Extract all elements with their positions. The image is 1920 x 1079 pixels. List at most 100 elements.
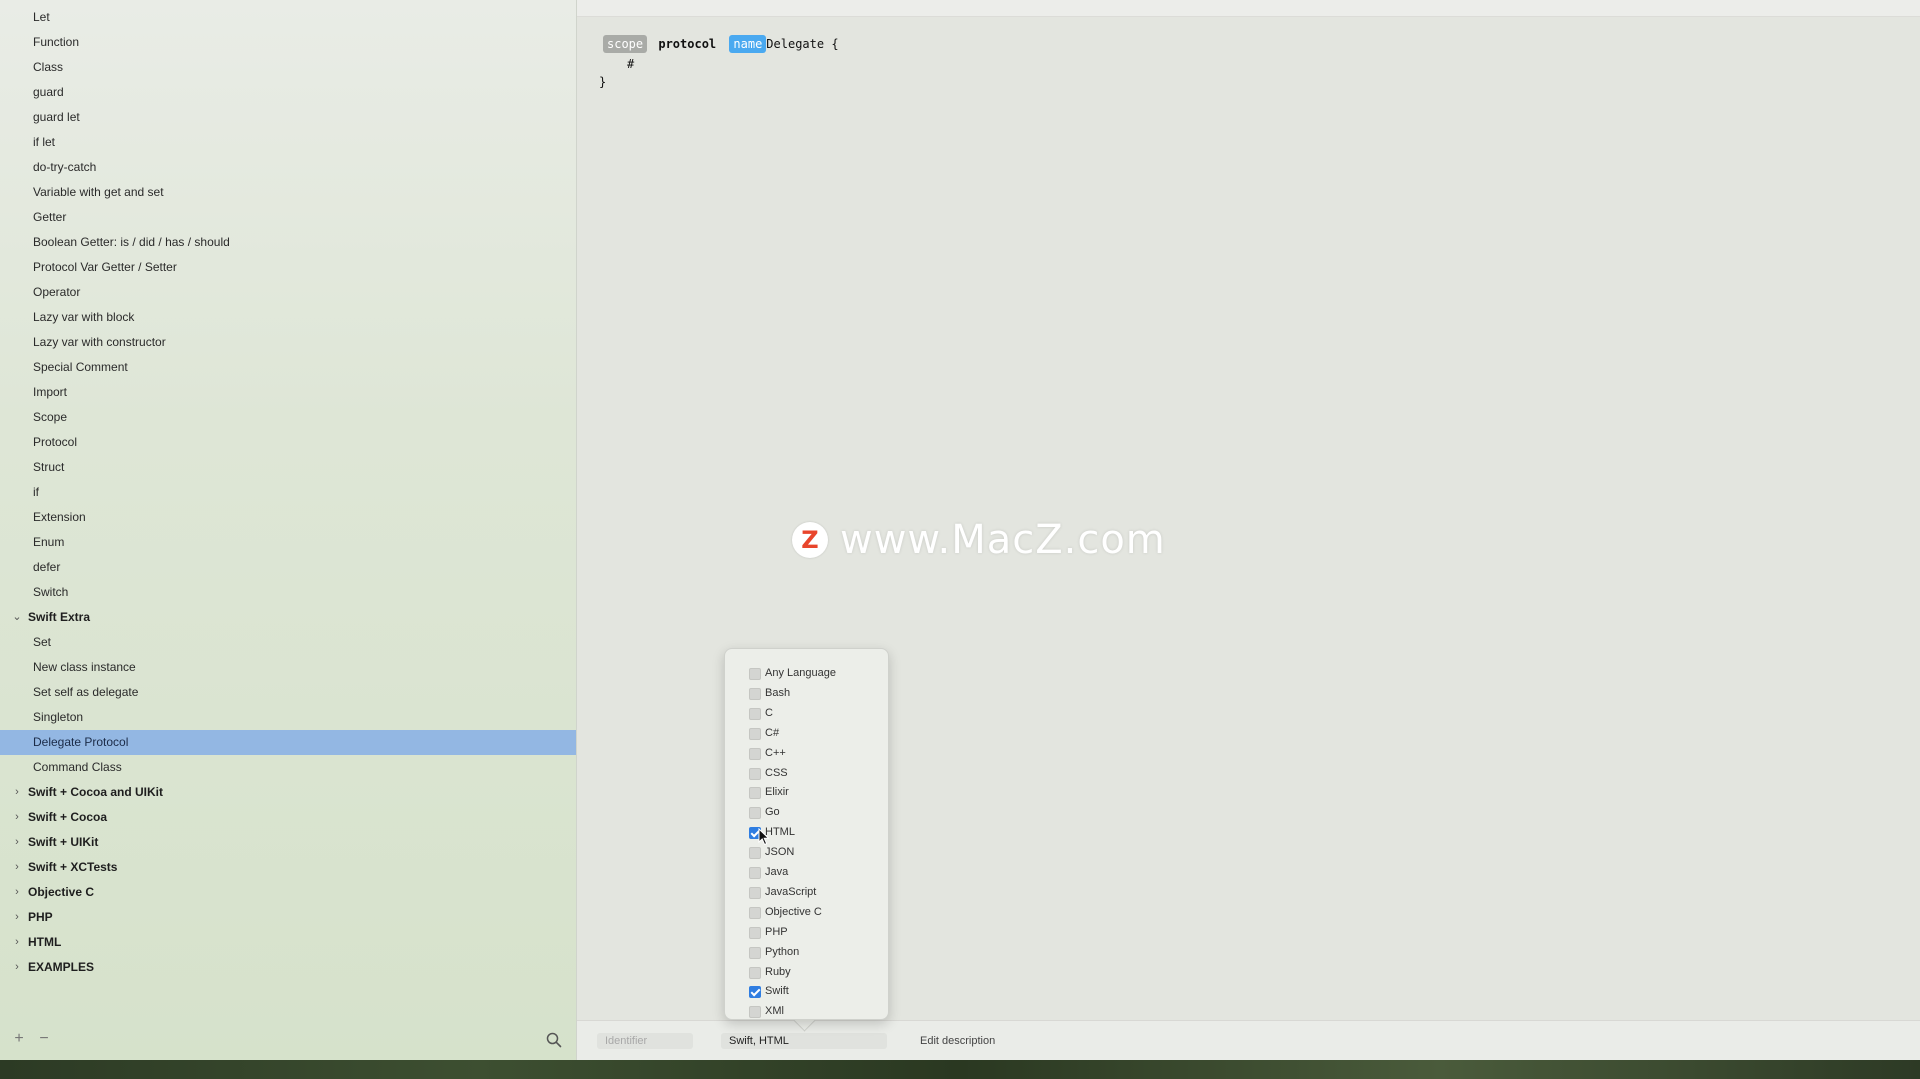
language-checkbox[interactable]	[749, 687, 761, 700]
sidebar-item[interactable]: defer	[0, 555, 576, 580]
sidebar-item[interactable]: Switch	[0, 580, 576, 605]
sidebar-item[interactable]: Getter	[0, 205, 576, 230]
edit-description-button[interactable]: Edit description	[920, 1032, 995, 1050]
sidebar-item-label: EXAMPLES	[28, 960, 95, 974]
language-checkbox[interactable]	[749, 707, 761, 720]
add-button[interactable]: +	[10, 1030, 28, 1048]
sidebar-item[interactable]: Set self as delegate	[0, 680, 576, 705]
sidebar-item[interactable]: guard let	[0, 105, 576, 130]
language-option[interactable]: PHP	[749, 922, 879, 942]
sidebar-item[interactable]: Delegate Protocol	[0, 730, 576, 755]
sidebar-item[interactable]: New class instance	[0, 655, 576, 680]
language-option[interactable]: Swift	[749, 981, 879, 1001]
language-option[interactable]: Bash	[749, 683, 879, 703]
language-option[interactable]: C#	[749, 723, 879, 743]
chevron-right-icon[interactable]: ›	[11, 830, 23, 855]
identifier-field[interactable]: Identifier	[597, 1033, 693, 1049]
language-option[interactable]: C	[749, 703, 879, 723]
code-suffix: Delegate {	[766, 37, 839, 51]
sidebar-item[interactable]: Set	[0, 630, 576, 655]
language-checkbox[interactable]	[749, 787, 761, 800]
language-checkbox[interactable]	[749, 727, 761, 740]
sidebar-item[interactable]: Class	[0, 55, 576, 80]
sidebar-item[interactable]: Boolean Getter: is / did / has / should	[0, 230, 576, 255]
sidebar-item-label: Swift Extra	[28, 610, 91, 624]
sidebar-group[interactable]: › PHP	[0, 905, 576, 930]
sidebar-group[interactable]: ⌄ Swift Extra	[0, 605, 576, 630]
scope-placeholder-token[interactable]: scope	[603, 35, 648, 53]
chevron-right-icon[interactable]: ›	[11, 880, 23, 905]
language-option[interactable]: Go	[749, 802, 879, 822]
chevron-right-icon[interactable]: ›	[11, 855, 23, 880]
search-icon[interactable]	[546, 1032, 562, 1048]
sidebar-item[interactable]: Let	[0, 5, 576, 30]
language-checkbox[interactable]	[749, 946, 761, 959]
sidebar-item-label: Swift + UIKit	[28, 835, 99, 849]
protocol-keyword: protocol	[658, 37, 717, 51]
sidebar-group[interactable]: › Swift + XCTests	[0, 855, 576, 880]
language-option[interactable]: Ruby	[749, 962, 879, 982]
sidebar-group[interactable]: › Swift + Cocoa	[0, 805, 576, 830]
sidebar-item-label: Scope	[33, 410, 68, 424]
chevron-right-icon[interactable]: ›	[11, 955, 23, 980]
language-checkbox[interactable]	[749, 1006, 761, 1019]
language-checkbox[interactable]	[749, 986, 761, 999]
sidebar-item[interactable]: do-try-catch	[0, 155, 576, 180]
chevron-right-icon[interactable]: ›	[11, 930, 23, 955]
sidebar-group[interactable]: › Swift + UIKit	[0, 830, 576, 855]
sidebar-item[interactable]: Command Class	[0, 755, 576, 780]
language-checkbox[interactable]	[749, 906, 761, 919]
sidebar-item[interactable]: Special Comment	[0, 355, 576, 380]
sidebar-item-label: Switch	[33, 585, 69, 599]
language-option[interactable]: Elixir	[749, 782, 879, 802]
sidebar-item-label: if let	[33, 135, 56, 149]
chevron-right-icon[interactable]: ›	[11, 805, 23, 830]
sidebar-group[interactable]: › Swift + Cocoa and UIKit	[0, 780, 576, 805]
language-option[interactable]: Any Language	[749, 663, 879, 683]
sidebar-item[interactable]: Protocol Var Getter / Setter	[0, 255, 576, 280]
sidebar-item[interactable]: Extension	[0, 505, 576, 530]
language-option[interactable]: XMl	[749, 1001, 879, 1019]
language-checkbox[interactable]	[749, 966, 761, 979]
language-checkbox[interactable]	[749, 926, 761, 939]
sidebar-item[interactable]: Enum	[0, 530, 576, 555]
language-option[interactable]: JavaScript	[749, 882, 879, 902]
language-checkbox[interactable]	[749, 807, 761, 820]
language-checkbox[interactable]	[749, 668, 761, 680]
language-label: CSS	[765, 766, 788, 779]
chevron-right-icon[interactable]: ›	[11, 905, 23, 930]
sidebar-group[interactable]: › Objective C	[0, 880, 576, 905]
sidebar-item[interactable]: Function	[0, 30, 576, 55]
sidebar-item[interactable]: Protocol	[0, 430, 576, 455]
chevron-down-icon[interactable]: ⌄	[11, 605, 23, 630]
remove-button[interactable]: −	[35, 1030, 53, 1048]
language-option[interactable]: Python	[749, 942, 879, 962]
language-checkbox[interactable]	[749, 767, 761, 780]
language-checkbox[interactable]	[749, 747, 761, 760]
sidebar-item[interactable]: Lazy var with block	[0, 305, 576, 330]
sidebar-item[interactable]: guard	[0, 80, 576, 105]
sidebar-item[interactable]: Lazy var with constructor	[0, 330, 576, 355]
name-placeholder-token[interactable]: name	[729, 35, 767, 53]
languages-field[interactable]: Swift, HTML	[721, 1033, 887, 1049]
sidebar-group[interactable]: › EXAMPLES	[0, 955, 576, 980]
language-option[interactable]: C++	[749, 743, 879, 763]
sidebar-item[interactable]: Import	[0, 380, 576, 405]
language-label: Python	[765, 945, 800, 958]
sidebar-item[interactable]: if let	[0, 130, 576, 155]
sidebar-item[interactable]: Scope	[0, 405, 576, 430]
language-label: C++	[765, 746, 786, 759]
sidebar-item[interactable]: if	[0, 480, 576, 505]
language-option[interactable]: Objective C	[749, 902, 879, 922]
sidebar-group[interactable]: › HTML	[0, 930, 576, 955]
language-option[interactable]: CSS	[749, 763, 879, 783]
chevron-right-icon[interactable]: ›	[11, 780, 23, 805]
sidebar-item[interactable]: Variable with get and set	[0, 180, 576, 205]
sidebar-item[interactable]: Singleton	[0, 705, 576, 730]
language-checkbox[interactable]	[749, 886, 761, 899]
sidebar-item[interactable]: Operator	[0, 280, 576, 305]
sidebar-item[interactable]: Struct	[0, 455, 576, 480]
language-checkbox[interactable]	[749, 867, 761, 879]
language-option[interactable]: Java	[749, 862, 879, 882]
language-checkbox[interactable]	[749, 847, 761, 860]
